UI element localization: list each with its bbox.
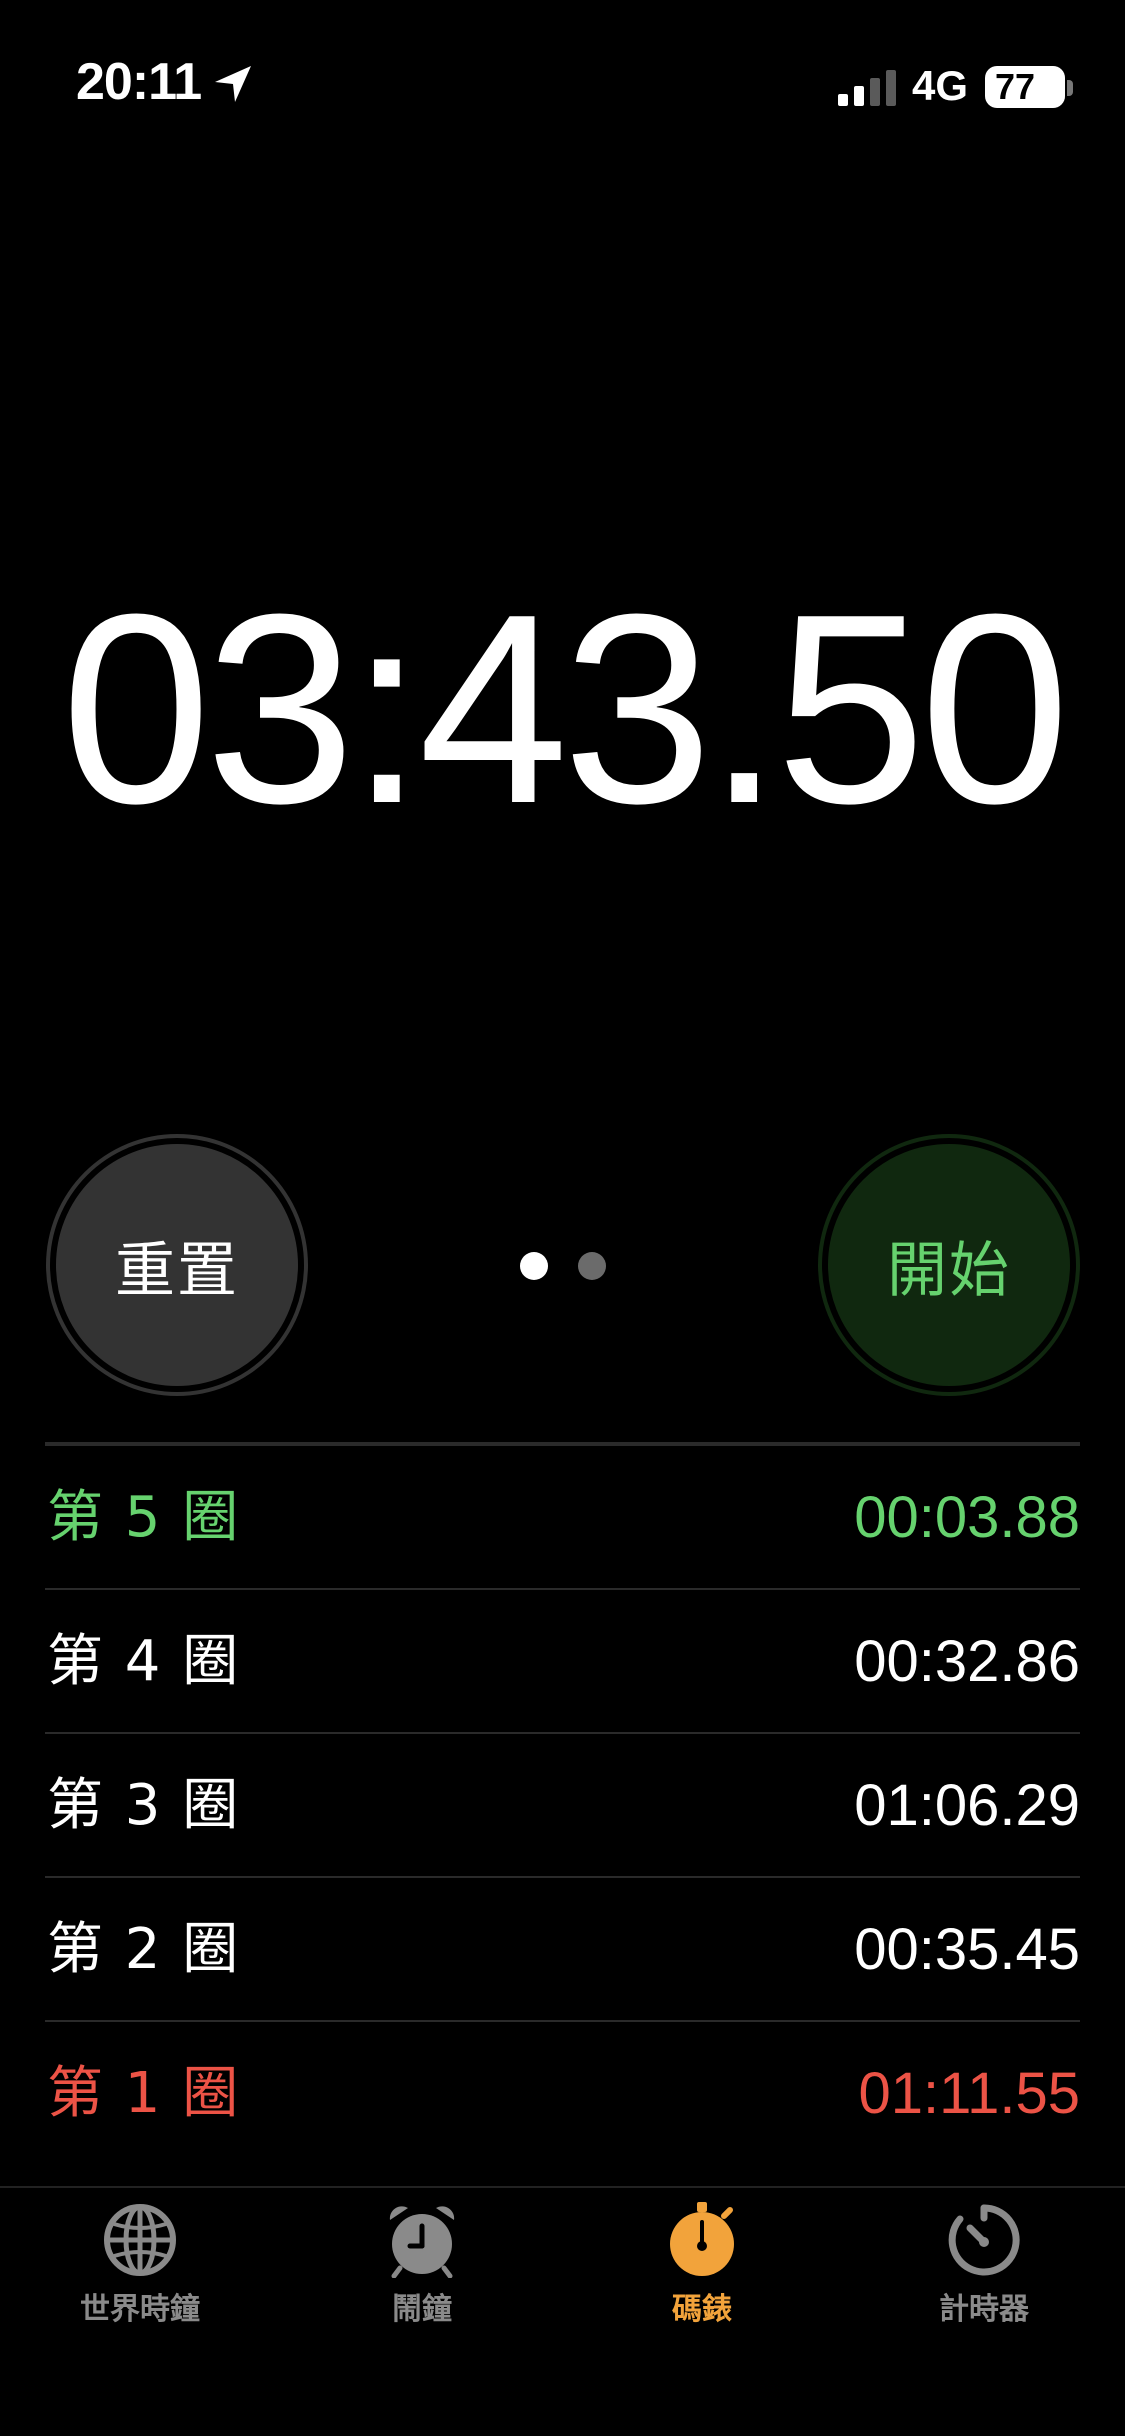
battery-level: 77 (985, 66, 1065, 108)
status-bar: 20:11 4G 77 (0, 0, 1125, 140)
lap-row: 第 1 圈 01:11.55 (45, 2020, 1080, 2164)
cellular-signal-icon (838, 70, 896, 106)
lap-label: 第 1 圈 (47, 2061, 241, 2126)
page-indicator[interactable] (520, 1252, 610, 1280)
tab-bar: 世界時鐘 鬧鐘 碼錶 計時器 (0, 2186, 1125, 2388)
page-dot-active (520, 1252, 548, 1280)
reset-button[interactable]: 重置 (50, 1138, 304, 1392)
reset-button-label: 重置 (115, 1235, 239, 1306)
start-button[interactable]: 開始 (822, 1138, 1076, 1392)
alarm-clock-icon (389, 2206, 455, 2278)
page-dot-inactive (578, 1252, 606, 1280)
lap-row: 第 4 圈 00:32.86 (45, 1588, 1080, 1732)
lap-time: 01:06.29 (854, 1773, 1080, 1838)
lap-label: 第 5 圈 (47, 1485, 241, 1550)
stopwatch-display: 03:43.50 (61, 559, 1070, 860)
lap-row: 第 5 圈 00:03.88 (45, 1444, 1080, 1588)
tab-stopwatch[interactable]: 碼錶 (592, 2202, 812, 2328)
lap-row: 第 3 圈 01:06.29 (45, 1732, 1080, 1876)
tab-alarm[interactable]: 鬧鐘 (312, 2202, 532, 2328)
lap-row: 第 2 圈 00:35.45 (45, 1876, 1080, 2020)
lap-time: 00:32.86 (854, 1629, 1080, 1694)
lap-time: 01:11.55 (858, 2061, 1080, 2126)
tab-label: 世界時鐘 (80, 2292, 200, 2327)
stopwatch-icon (670, 2202, 734, 2276)
lap-list[interactable]: 第 5 圈 00:03.88 第 4 圈 00:32.86 第 3 圈 01:0… (45, 1442, 1080, 2164)
tab-label: 計時器 (939, 2292, 1029, 2327)
location-arrow-icon (215, 66, 251, 102)
network-type: 4G (912, 62, 969, 109)
tab-world-clock[interactable]: 世界時鐘 (30, 2202, 250, 2328)
battery-tip (1067, 80, 1073, 96)
lap-time: 00:35.45 (854, 1917, 1080, 1982)
tab-label: 鬧鐘 (392, 2292, 452, 2327)
timer-icon (948, 2204, 1020, 2276)
tab-label: 碼錶 (672, 2292, 732, 2327)
start-button-label: 開始 (887, 1235, 1011, 1306)
tab-timer[interactable]: 計時器 (874, 2202, 1094, 2328)
status-time: 20:11 (76, 53, 202, 111)
lap-label: 第 4 圈 (47, 1629, 241, 1694)
lap-label: 第 2 圈 (47, 1917, 241, 1982)
lap-time: 00:03.88 (854, 1485, 1080, 1550)
lap-label: 第 3 圈 (47, 1773, 241, 1838)
globe-icon (104, 2204, 176, 2276)
